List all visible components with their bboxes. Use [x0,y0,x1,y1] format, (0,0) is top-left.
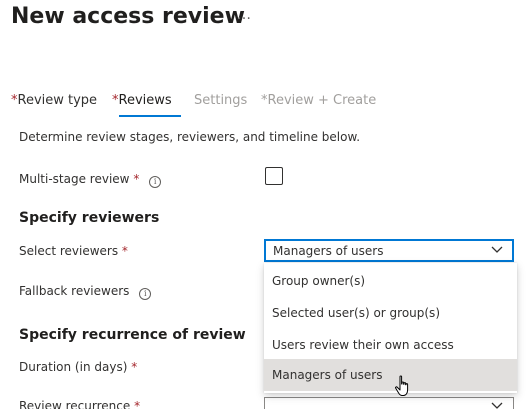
review-recurrence-label: Review recurrence * [19,399,140,409]
more-options-icon[interactable]: … [237,7,252,23]
page-description: Determine review stages, reviewers, and … [19,130,361,144]
option-group-owners[interactable]: Group owner(s) [264,265,517,297]
tab-label: Review type [17,93,98,108]
info-icon[interactable]: i [139,288,152,300]
review-recurrence-dropdown[interactable] [264,397,514,409]
field-label-text: Multi-stage review [19,172,130,186]
field-label-text: Select reviewers [19,244,119,258]
tab-label: Settings [194,93,248,108]
multi-stage-review-checkbox[interactable] [265,167,283,185]
hand-pointer-cursor-icon [395,375,409,396]
tab-review-type[interactable]: *Review type [11,92,97,109]
info-icon[interactable]: i [149,176,162,188]
new-access-review-page: New access review … *Review type *Review… [0,0,527,409]
active-tab-indicator [119,115,181,117]
field-label-text: Review recurrence [19,399,131,409]
fallback-reviewers-label: Fallback reviewers i [19,284,152,300]
required-asterisk: * [121,244,128,258]
specify-reviewers-heading: Specify reviewers [19,210,160,226]
multi-stage-review-label: Multi-stage review * i [19,172,162,188]
option-managers-of-users[interactable]: Managers of users [264,359,517,391]
tab-label: Review + Create [267,93,377,108]
tab-label: Reviews [118,93,172,108]
specify-recurrence-heading: Specify recurrence of review [19,327,246,343]
reviewers-options-list: Group owner(s) Selected user(s) or group… [264,263,517,393]
chevron-down-icon [491,402,503,409]
required-asterisk: * [131,360,138,374]
option-users-review-own-access[interactable]: Users review their own access [264,329,517,361]
tab-settings: Settings [194,92,247,109]
duration-label: Duration (in days) * [19,360,137,374]
required-asterisk: * [134,399,141,409]
page-title: New access review [11,4,245,29]
select-reviewers-label: Select reviewers * [19,244,128,258]
tab-review-create: *Review + Create [261,92,376,109]
option-selected-users-or-groups[interactable]: Selected user(s) or group(s) [264,297,517,329]
field-label-text: Fallback reviewers [19,284,130,298]
field-label-text: Duration (in days) [19,360,128,374]
tab-reviews[interactable]: *Reviews [112,92,172,109]
chevron-down-icon [491,246,503,253]
selected-value: Managers of users [273,244,384,258]
required-asterisk: * [133,172,140,186]
select-reviewers-dropdown[interactable]: Managers of users [264,239,514,262]
